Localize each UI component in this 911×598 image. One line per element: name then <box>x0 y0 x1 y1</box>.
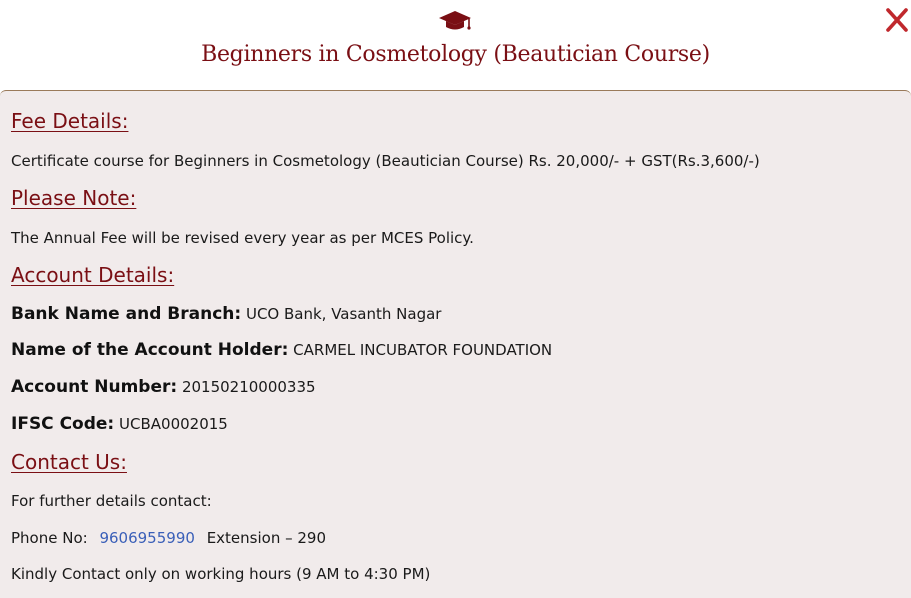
modal-header: Beginners in Cosmetology (Beautician Cou… <box>0 0 911 90</box>
please-note-heading: Please Note: <box>11 186 137 210</box>
phone-label: Phone No: <box>11 529 88 547</box>
account-holder-row: Name of the Account Holder: CARMEL INCUB… <box>11 340 552 360</box>
course-fee-modal: Beginners in Cosmetology (Beautician Cou… <box>0 0 911 598</box>
bank-name-label: Bank Name and Branch: <box>11 304 242 324</box>
close-icon[interactable] <box>885 6 911 34</box>
bank-name-value: UCO Bank, Vasanth Nagar <box>245 305 442 323</box>
account-number-value: 20150210000335 <box>181 378 316 396</box>
phone-number-link[interactable]: 9606955990 <box>99 529 194 547</box>
account-number-label: Account Number: <box>11 377 178 397</box>
modal-body: Fee Details: Certificate course for Begi… <box>0 90 911 598</box>
fee-details-heading: Fee Details: <box>11 109 129 133</box>
account-holder-label: Name of the Account Holder: <box>11 340 289 360</box>
ifsc-code-label: IFSC Code: <box>11 414 115 434</box>
phone-extension: Extension – 290 <box>206 529 326 547</box>
working-hours-text: Kindly Contact only on working hours (9 … <box>11 565 431 583</box>
modal-title: Beginners in Cosmetology (Beautician Cou… <box>201 42 710 67</box>
ifsc-code-row: IFSC Code: UCBA0002015 <box>11 414 228 434</box>
fee-details-text: Certificate course for Beginners in Cosm… <box>11 152 760 170</box>
close-button[interactable] <box>885 6 911 34</box>
contact-us-heading: Contact Us: <box>11 450 127 474</box>
ifsc-code-value: UCBA0002015 <box>119 415 228 433</box>
contact-intro-text: For further details contact: <box>11 492 212 510</box>
account-number-row: Account Number: 20150210000335 <box>11 377 316 397</box>
graduation-cap-icon <box>438 9 472 33</box>
phone-row: Phone No: 9606955990 Extension – 290 <box>11 529 326 547</box>
account-holder-value: CARMEL INCUBATOR FOUNDATION <box>293 341 553 359</box>
bank-name-row: Bank Name and Branch: UCO Bank, Vasanth … <box>11 304 441 324</box>
account-details-heading: Account Details: <box>11 263 175 287</box>
please-note-text: The Annual Fee will be revised every yea… <box>11 229 474 247</box>
